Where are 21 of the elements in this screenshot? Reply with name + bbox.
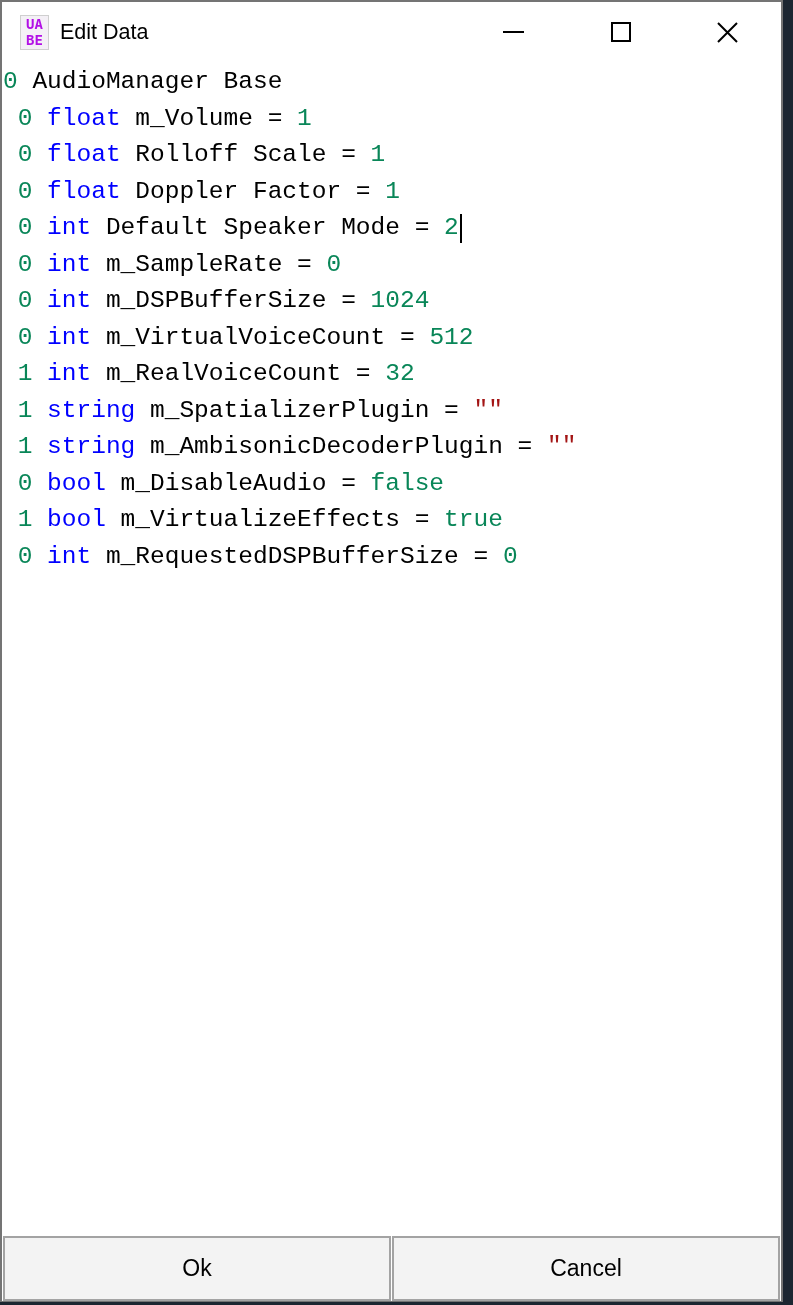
code-line: 0 int m_RequestedDSPBufferSize = 0 xyxy=(17,541,518,572)
minimize-icon xyxy=(503,31,524,33)
code-line: 0 int Default Speaker Mode = 2 xyxy=(17,213,459,243)
code-line: 0 float Doppler Factor = 1 xyxy=(17,176,400,207)
app-logo: UABE xyxy=(20,14,49,50)
code-line: 0 bool m_DisableAudio = false xyxy=(17,468,445,499)
dialog-button[interactable]: Cancel xyxy=(392,1236,780,1301)
window-title: Edit Data xyxy=(60,19,149,45)
code-line: 0 AudioManager Base xyxy=(3,67,283,97)
code-line: 1 string m_SpatializerPlugin = "" xyxy=(17,395,503,426)
code-line: 0 int m_DSPBufferSize = 1024 xyxy=(17,286,430,316)
code-line: 1 int m_RealVoiceCount = 32 xyxy=(17,359,415,389)
code-line: 0 float Rolloff Scale = 1 xyxy=(17,140,386,170)
code-line: 1 string m_AmbisonicDecoderPlugin = "" xyxy=(17,432,577,462)
code-line: 1 bool m_VirtualizeEffects = true xyxy=(17,505,503,535)
code-line: 0 float m_Volume = 1 xyxy=(17,103,312,134)
close-icon xyxy=(717,21,738,43)
dialog-button[interactable]: Ok xyxy=(3,1236,391,1301)
code-line: 0 int m_SampleRate = 0 xyxy=(17,249,342,280)
code-line: 0 int m_VirtualVoiceCount = 512 xyxy=(17,322,474,353)
maximize-icon xyxy=(610,22,631,42)
